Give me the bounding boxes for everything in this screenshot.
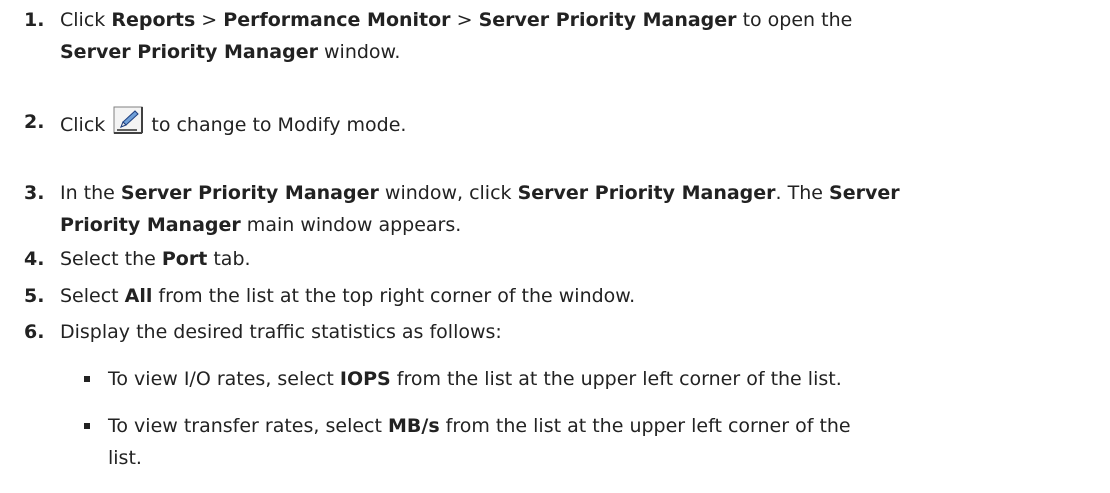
menu-server-priority-manager: Server Priority Manager — [478, 9, 737, 31]
step-4: 4. Select the Port tab. — [24, 243, 1104, 275]
iops-option: IOPS — [339, 368, 391, 390]
mbs-option: MB/s — [387, 415, 440, 437]
step-1: 1. Click Reports > Performance Monitor >… — [24, 4, 1104, 68]
step-3: 3. In the Server Priority Manager window… — [24, 177, 1104, 241]
step-number: 6. — [24, 321, 45, 343]
bullet-item-iops: To view I/O rates, select IOPS from the … — [84, 363, 1104, 395]
step-text: Select All from the list at the top righ… — [60, 285, 636, 307]
step-number: 3. — [24, 182, 45, 204]
step-text: Click to change to Modify mode. — [60, 106, 1104, 141]
step-2: 2. Click to change to Modify mode. — [24, 106, 1104, 141]
step-text: In the Server Priority Manager window, c… — [60, 182, 900, 236]
bullet-text: To view transfer rates, select MB/s from… — [108, 415, 851, 469]
step-5: 5. Select All from the list at the top r… — [24, 280, 1104, 312]
step-6: 6. Display the desired traffic statistic… — [24, 316, 1104, 348]
step-text: Display the desired traffic statistics a… — [60, 321, 502, 343]
menu-performance-monitor: Performance Monitor — [223, 9, 451, 31]
step-number: 2. — [24, 111, 45, 133]
port-tab-name: Port — [161, 248, 208, 270]
modify-pencil-icon — [113, 106, 144, 134]
menu-reports: Reports — [111, 9, 196, 31]
step-number: 5. — [24, 285, 45, 307]
bullet-item-mbs: To view transfer rates, select MB/s from… — [84, 410, 1104, 474]
step-text: Click Reports > Performance Monitor > Se… — [60, 9, 853, 63]
step-number: 4. — [24, 248, 45, 270]
bullet-square-icon — [84, 423, 90, 429]
bullet-text: To view I/O rates, select IOPS from the … — [108, 368, 842, 390]
step-number: 1. — [24, 9, 45, 31]
window-name: Server Priority Manager — [60, 41, 318, 63]
all-option: All — [124, 285, 153, 307]
step-text: Select the Port tab. — [60, 248, 251, 270]
bullet-square-icon — [84, 376, 90, 382]
